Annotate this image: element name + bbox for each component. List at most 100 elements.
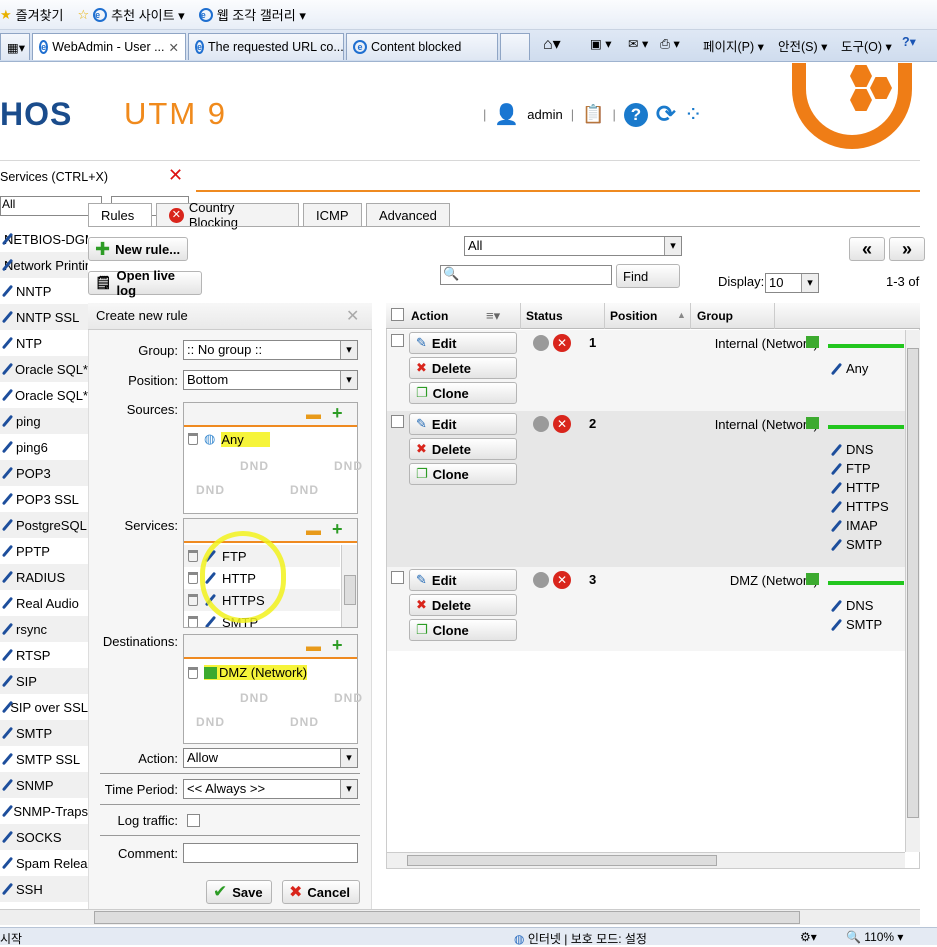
- position-select[interactable]: Bottom: [183, 370, 358, 390]
- destination-item[interactable]: DMZ (Network): [188, 665, 308, 680]
- column-menu-icon[interactable]: ≡▾: [486, 308, 500, 324]
- time-period-select[interactable]: << Always >>: [183, 779, 358, 799]
- next-page-button[interactable]: »: [889, 237, 925, 261]
- add-icon[interactable]: +: [332, 519, 343, 540]
- folder-icon[interactable]: ▬: [306, 638, 321, 655]
- service-list-item[interactable]: Real Audio: [0, 590, 88, 616]
- rule-edit-button[interactable]: ✎ Edit: [409, 413, 517, 435]
- column-action[interactable]: Action: [411, 309, 448, 323]
- browser-tab-webadmin[interactable]: e WebAdmin - User ... ✕: [32, 33, 186, 60]
- select-all-checkbox[interactable]: [391, 308, 404, 321]
- rule-search-input[interactable]: 🔍: [440, 265, 612, 285]
- browser-tab-requested-url[interactable]: e The requested URL co...: [188, 33, 344, 60]
- menu-tools[interactable]: 도구(O) ▾: [841, 36, 892, 55]
- column-group[interactable]: Group: [697, 309, 733, 323]
- trash-icon[interactable]: [188, 594, 198, 606]
- service-list-item[interactable]: NETBIOS-DGM: [0, 226, 88, 252]
- service-list-item[interactable]: Oracle SQL*: [0, 356, 88, 382]
- service-list-item[interactable]: SNMP-Traps: [0, 798, 88, 824]
- fav-link-webslice[interactable]: e웹 조각 갤러리 ▾: [198, 5, 306, 24]
- trash-icon[interactable]: [188, 572, 198, 584]
- close-panel-icon[interactable]: ✕: [346, 306, 359, 326]
- rule-clone-button[interactable]: ❐ Clone: [409, 382, 517, 404]
- status-toggle-icon[interactable]: [533, 335, 549, 351]
- add-icon[interactable]: +: [332, 635, 343, 656]
- folder-icon[interactable]: ▬: [306, 406, 321, 423]
- quick-tabs-button[interactable]: ▦▾: [0, 33, 30, 60]
- comment-input[interactable]: [183, 843, 358, 863]
- scrollbar-thumb[interactable]: [907, 348, 919, 818]
- status-toggle-icon[interactable]: [533, 416, 549, 432]
- reload-icon[interactable]: ⟳: [656, 100, 676, 129]
- rule-checkbox[interactable]: [391, 334, 404, 347]
- service-list-item[interactable]: PostgreSQL: [0, 512, 88, 538]
- rule-filter-select[interactable]: All: [464, 236, 682, 256]
- service-list-item[interactable]: NTP: [0, 330, 88, 356]
- help-icon[interactable]: ?▾: [902, 34, 916, 49]
- scrollbar-thumb[interactable]: [344, 575, 356, 605]
- services-box[interactable]: ▬ + FTP HTTP HTTPS SMTP: [183, 518, 358, 628]
- service-list-item[interactable]: Network Printing: [0, 252, 88, 278]
- service-list-item[interactable]: ping6: [0, 434, 88, 460]
- clipboard-icon[interactable]: 📋: [582, 104, 604, 125]
- trash-icon[interactable]: [188, 616, 198, 627]
- tab-advanced[interactable]: Advanced: [366, 203, 450, 226]
- rule-checkbox[interactable]: [391, 415, 404, 428]
- scrollbar-thumb[interactable]: [94, 911, 800, 924]
- print-icon[interactable]: ⎙ ▾: [660, 36, 680, 52]
- service-list-item[interactable]: POP3: [0, 460, 88, 486]
- service-list-item[interactable]: rsync: [0, 616, 88, 642]
- service-list-item[interactable]: SIP over SSL: [0, 694, 88, 720]
- rule-clone-button[interactable]: ❐ Clone: [409, 463, 517, 485]
- source-item[interactable]: ◍ Any: [188, 431, 270, 447]
- service-list-item[interactable]: SOCKS: [0, 824, 88, 850]
- save-button[interactable]: ✔ Save: [206, 880, 272, 904]
- protected-mode-icon[interactable]: ⚙▾: [800, 930, 817, 944]
- column-position[interactable]: Position: [610, 309, 657, 323]
- rule-delete-button[interactable]: ✖ Delete: [409, 594, 517, 616]
- service-list-item[interactable]: SSH: [0, 876, 88, 902]
- rule-edit-button[interactable]: ✎ Edit: [409, 569, 517, 591]
- tab-country-blocking[interactable]: ✕ Country Blocking: [156, 200, 299, 230]
- service-list-item[interactable]: PPTP: [0, 538, 88, 564]
- favorites-button[interactable]: ★ 즐겨찾기: [0, 5, 64, 24]
- scrollbar-thumb[interactable]: [407, 855, 717, 866]
- close-icon[interactable]: ✕: [168, 165, 183, 186]
- new-rule-button[interactable]: ✚ New rule...: [88, 237, 188, 261]
- find-button[interactable]: Find: [616, 264, 680, 288]
- rule-edit-button[interactable]: ✎ Edit: [409, 332, 517, 354]
- group-select[interactable]: :: No group ::: [183, 340, 358, 360]
- display-count-select[interactable]: 10: [765, 273, 819, 293]
- table-vscrollbar[interactable]: [905, 330, 920, 852]
- tab-icmp[interactable]: ICMP: [303, 203, 362, 226]
- service-list-item[interactable]: Oracle SQL*: [0, 382, 88, 408]
- action-select[interactable]: Allow: [183, 748, 358, 768]
- open-live-log-button[interactable]: 🗒 Open live log: [88, 268, 202, 298]
- services-scrollbar[interactable]: [341, 545, 357, 627]
- rule-delete-button[interactable]: ✖ Delete: [409, 438, 517, 460]
- service-list-item[interactable]: SMTP: [0, 720, 88, 746]
- trash-icon[interactable]: [188, 666, 198, 679]
- rule-delete-button[interactable]: ✖ Delete: [409, 357, 517, 379]
- home-icon[interactable]: ⌂▾: [543, 34, 561, 54]
- zoom-control[interactable]: 🔍 110% ▾: [846, 930, 903, 944]
- rule-checkbox[interactable]: [391, 571, 404, 584]
- prev-page-button[interactable]: «: [849, 237, 885, 261]
- folder-icon[interactable]: ▬: [306, 522, 321, 539]
- page-hscrollbar[interactable]: [0, 909, 920, 925]
- trash-icon[interactable]: [188, 433, 198, 445]
- column-status[interactable]: Status: [526, 309, 563, 323]
- add-icon[interactable]: +: [332, 403, 343, 424]
- tab-rules[interactable]: Rules: [88, 203, 152, 227]
- new-tab-button[interactable]: [500, 33, 530, 60]
- service-list-item[interactable]: RADIUS: [0, 564, 88, 590]
- service-list-item[interactable]: NNTP SSL: [0, 304, 88, 330]
- user-icon[interactable]: 👤: [494, 102, 519, 127]
- service-list-item[interactable]: SIP: [0, 668, 88, 694]
- feeds-icon[interactable]: ▣ ▾: [590, 36, 612, 51]
- log-traffic-checkbox[interactable]: [187, 814, 200, 827]
- service-list-item[interactable]: ping: [0, 408, 88, 434]
- browser-tab-content-blocked[interactable]: e Content blocked: [346, 33, 498, 60]
- user-name[interactable]: admin: [527, 107, 562, 122]
- cancel-button[interactable]: ✖ Cancel: [282, 880, 360, 904]
